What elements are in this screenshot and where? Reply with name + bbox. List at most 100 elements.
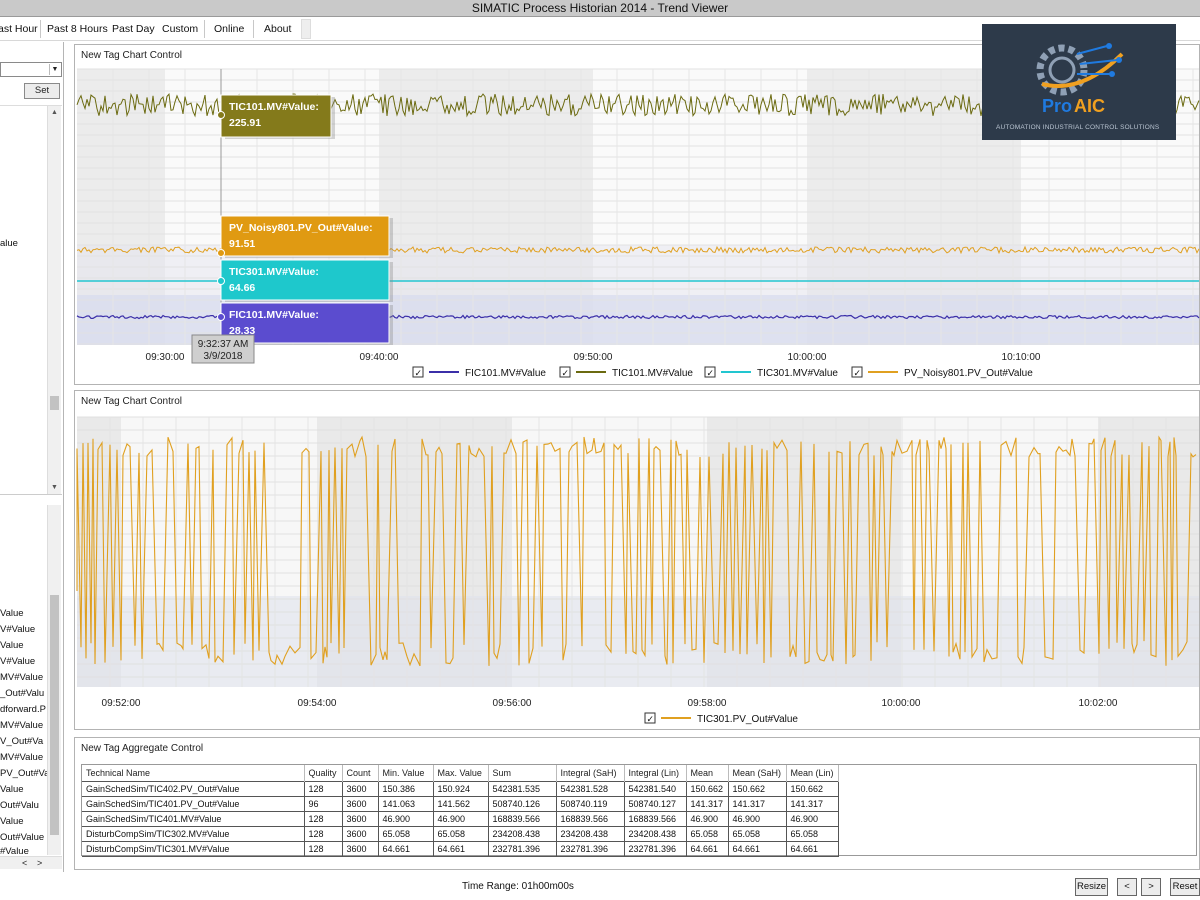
logo-tagline: AUTOMATION INDUSTRIAL CONTROL SOLUTIONS [996,124,1160,131]
table-cell: 128 [304,810,343,826]
table-row[interactable]: GainSchedSim/TIC402.PV_Out#Value 128 3600 1… [82,780,839,796]
list-item[interactable]: dforward.P [0,704,47,715]
tree-scrollbar[interactable]: ▲ ▼ [47,106,61,494]
x-tick-label: 09:54:00 [298,698,337,709]
legend-label: TIC301.MV#Value [757,368,838,379]
list-item[interactable]: Value [0,608,47,619]
column-header[interactable]: Sum [488,765,557,781]
cursor-date: 3/9/2018 [204,351,243,362]
column-header[interactable]: Count [342,765,379,781]
list-item[interactable]: V#Value [0,656,47,667]
table-cell: 232781.396 [556,840,625,857]
scroll-thumb[interactable] [50,595,59,835]
toolbar-grip[interactable] [301,19,311,39]
check-icon: ✓ [707,368,715,378]
next-button[interactable]: > [1141,878,1161,896]
column-header[interactable]: Integral (Lin) [624,765,687,781]
trend-chart-2[interactable]: 09:52:00 09:54:00 09:56:00 09:58:00 10:00:00… [75,391,1200,731]
table-cell: 128 [304,840,343,857]
cursor-time-badge: 9:32:37 AM3/9/2018 [191,334,255,364]
table-cell: 542381.540 [624,780,687,796]
table-cell: 65.058 [378,825,434,841]
list-item[interactable]: Out#Valu [0,800,47,811]
list-item[interactable]: Out#Value [0,832,47,843]
column-header[interactable]: Mean (SaH) [728,765,787,781]
table-header-row: Technical Name Quality Count Min. Value Max.… [82,765,839,781]
table-cell: 64.661 [686,840,729,857]
legend-entry[interactable]: ✓ FIC101.MV#Value [412,366,546,379]
legend-entry[interactable]: ✓ PV_Noisy801.PV_Out#Value [851,366,1033,379]
column-header[interactable]: Min. Value [378,765,434,781]
menu-past-hour[interactable]: ast Hour [0,22,38,36]
tree-item[interactable]: alue [0,238,47,249]
menu-online[interactable]: Online [214,22,244,36]
list-item[interactable]: _Out#Valu [0,688,47,699]
chevron-down-icon[interactable]: ▼ [49,64,60,75]
list-item[interactable]: Value [0,784,47,795]
list-item[interactable]: V_Out#Va [0,736,47,747]
list-item[interactable]: Value [0,640,47,651]
table-cell: 141.562 [433,795,489,811]
table-cell: 128 [304,825,343,841]
column-header[interactable]: Technical Name [82,765,305,781]
table-cell: 508740.127 [624,795,687,811]
table-row[interactable]: GainSchedSim/TIC401.PV_Out#Value 96 3600 14… [82,795,839,811]
x-tick-label: 09:40:00 [360,352,399,363]
list-item[interactable]: Value [0,816,47,827]
resize-button[interactable]: Resize [1075,878,1108,896]
column-header[interactable]: Mean [686,765,729,781]
tooltip-value: 91.51 [229,238,255,250]
table-cell: DisturbCompSim/TIC301.MV#Value [82,840,305,857]
list-item[interactable]: MV#Value [0,672,47,683]
table-cell: GainSchedSim/TIC402.PV_Out#Value [82,780,305,796]
time-range-label: Time Range: 01h00m00s [462,881,574,892]
value-tooltip: PV_Noisy801.PV_Out#Value: 91.51 [217,215,393,258]
column-header[interactable]: Integral (SaH) [556,765,625,781]
legend-entry[interactable]: ✓ TIC301.MV#Value [704,366,838,379]
column-header[interactable]: Max. Value [433,765,489,781]
table-cell: 150.386 [378,780,434,796]
table-row[interactable]: DisturbCompSim/TIC301.MV#Value 128 3600 64.… [82,840,839,857]
table-cell: 508740.119 [556,795,625,811]
table-cell: 141.063 [378,795,434,811]
menu-past-day[interactable]: Past Day [112,22,155,36]
menu-about[interactable]: About [264,22,291,36]
table-cell: 168839.566 [488,810,557,826]
value-tooltip: TIC301.MV#Value: 64.66 [217,259,393,302]
table-cell: 234208.438 [556,825,625,841]
previous-button[interactable]: < [1117,878,1137,896]
legend-entry[interactable]: ✓ TIC301.PV_Out#Value [644,712,798,725]
scroll-right-icon[interactable]: > [37,857,42,869]
table-cell: 65.058 [728,825,787,841]
menu-separator [253,20,254,38]
list-item[interactable]: MV#Value [0,752,47,763]
table-cell: 65.058 [686,825,729,841]
tag-browser-panel: ▼ Set alue ▲ ▼ Value V#Value Value V#Val… [0,42,64,872]
scroll-left-icon[interactable]: < [22,857,27,869]
list-item[interactable]: MV#Value [0,720,47,731]
scroll-thumb[interactable] [50,396,59,410]
tag-source-combo[interactable]: ▼ [0,62,62,77]
list-scrollbar[interactable] [47,505,61,855]
horizontal-scrollbar[interactable]: < > [0,856,62,869]
table-cell: DisturbCompSim/TIC302.MV#Value [82,825,305,841]
table-row[interactable]: DisturbCompSim/TIC302.MV#Value 128 3600 65.… [82,825,839,841]
column-header[interactable]: Mean (Lin) [786,765,839,781]
table-cell: 3600 [342,840,379,857]
scroll-down-icon[interactable]: ▼ [48,481,61,494]
table-cell: 96 [304,795,343,811]
menu-past-8-hours[interactable]: Past 8 Hours [47,22,108,36]
table-row[interactable]: GainSchedSim/TIC401.MV#Value 128 3600 46.90… [82,810,839,826]
table-cell: 65.058 [786,825,839,841]
menu-custom[interactable]: Custom [162,22,198,36]
scroll-up-icon[interactable]: ▲ [48,106,61,119]
table-cell: 46.900 [728,810,787,826]
aggregate-table-container: Technical Name Quality Count Min. Value Max.… [81,764,1197,857]
legend-entry[interactable]: ✓ TIC101.MV#Value [559,366,693,379]
list-item[interactable]: V#Value [0,624,47,635]
reset-button[interactable]: Reset [1170,878,1200,896]
set-button[interactable]: Set [24,83,60,99]
table-cell: 64.661 [433,840,489,857]
list-item[interactable]: PV_Out#Va [0,768,47,779]
column-header[interactable]: Quality [304,765,343,781]
